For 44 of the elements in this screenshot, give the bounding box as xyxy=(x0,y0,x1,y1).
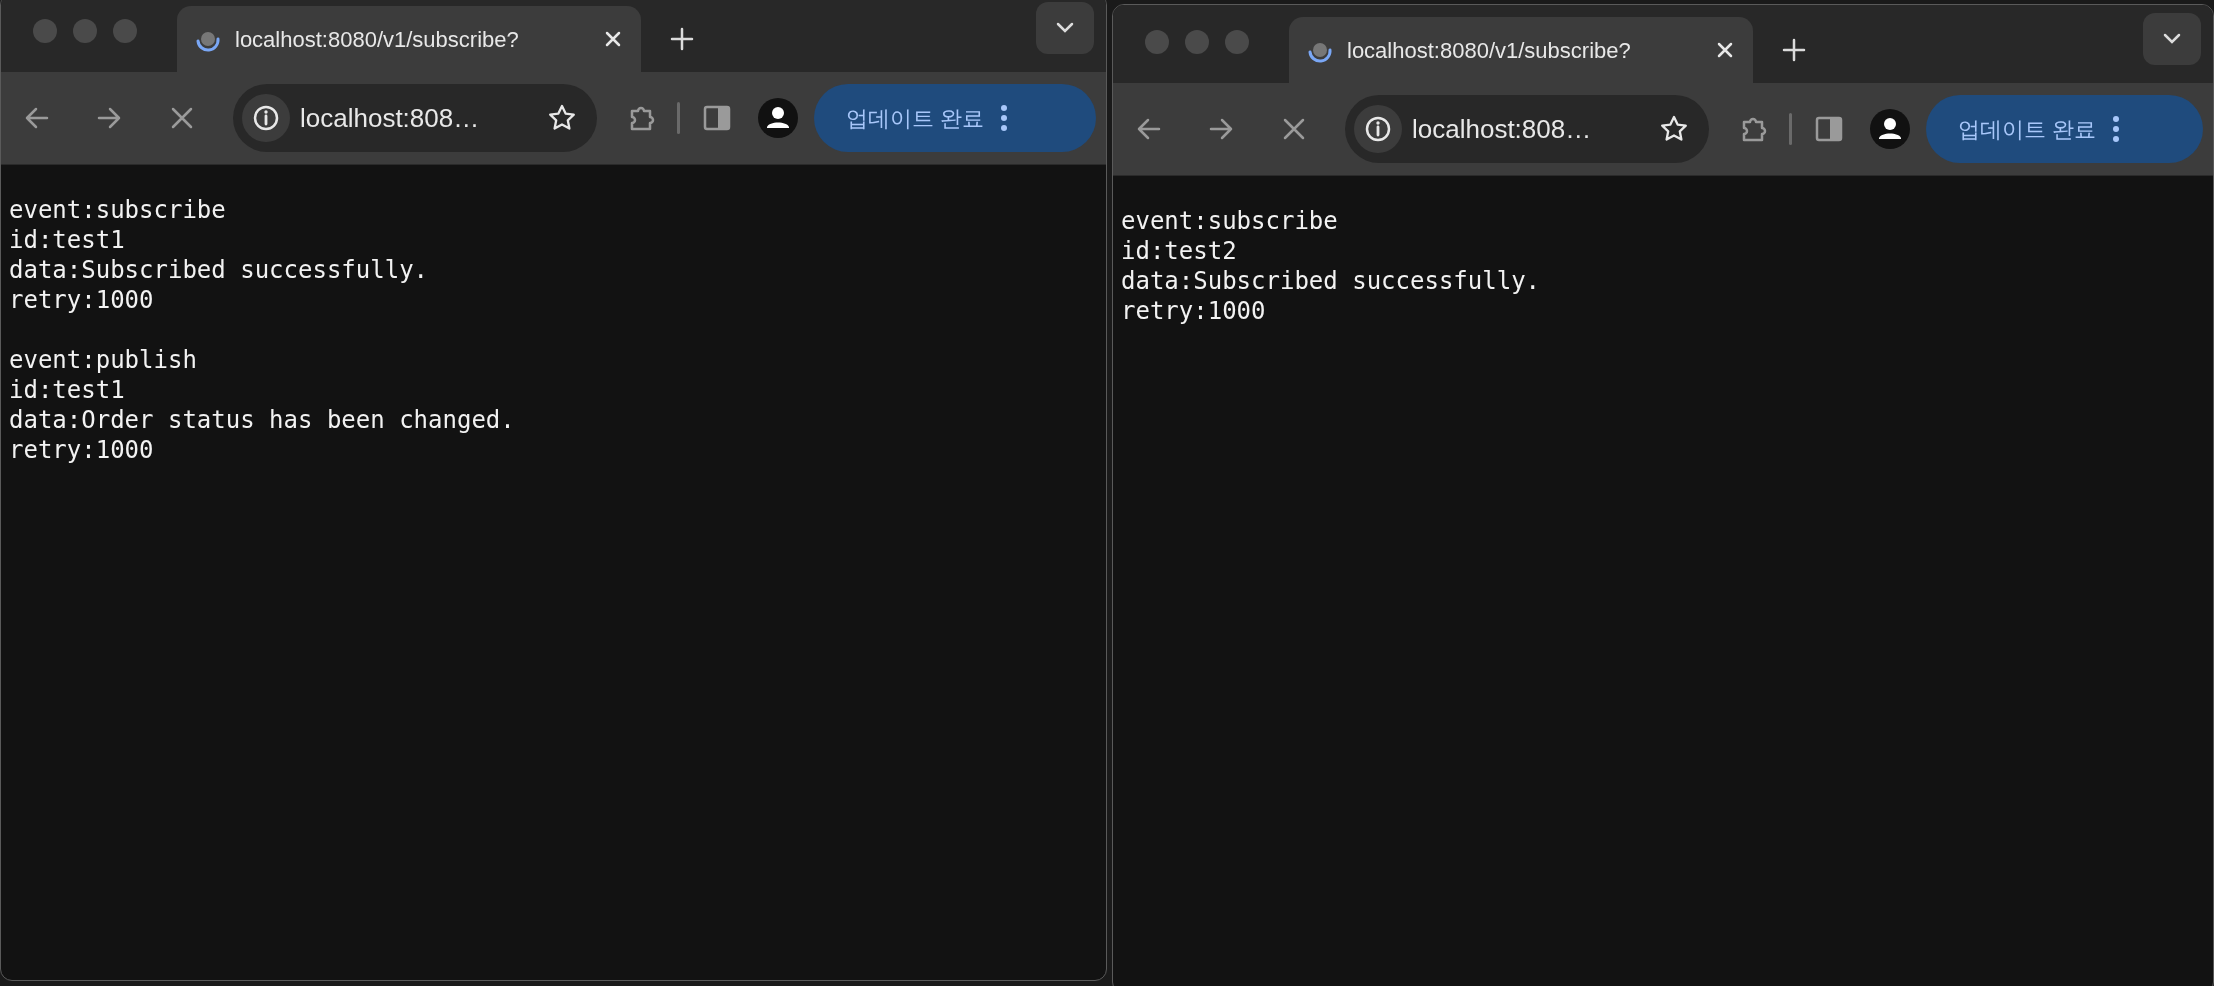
side-panel-icon[interactable] xyxy=(1814,115,1844,143)
plus-icon[interactable] xyxy=(1781,37,1807,63)
profile-avatar-icon[interactable] xyxy=(758,98,798,138)
close-icon[interactable] xyxy=(1715,40,1735,60)
event-line: data:Subscribed successfully. xyxy=(9,255,429,285)
star-icon[interactable] xyxy=(1659,114,1689,144)
chevron-down-icon xyxy=(2162,32,2182,46)
event-line: id:test2 xyxy=(1121,236,1237,266)
close-icon[interactable] xyxy=(603,29,623,49)
site-info-button[interactable] xyxy=(242,94,290,142)
stop-icon[interactable] xyxy=(169,105,195,131)
event-line: event:subscribe xyxy=(1121,206,1338,236)
star-icon[interactable] xyxy=(547,103,577,133)
event-line: retry:1000 xyxy=(9,435,154,465)
browser-tab[interactable]: localhost:8080/v1/subscribe? xyxy=(177,6,641,72)
tab-list-button[interactable] xyxy=(1036,2,1094,54)
site-info-button[interactable] xyxy=(1354,105,1402,153)
event-line: id:test1 xyxy=(9,375,125,405)
event-line: retry:1000 xyxy=(1121,296,1266,326)
browser-tab[interactable]: localhost:8080/v1/subscribe? xyxy=(1289,17,1753,83)
update-button[interactable]: 업데이트 완료 xyxy=(1926,95,2203,163)
chevron-down-icon xyxy=(1055,21,1075,35)
event-line: data:Subscribed successfully. xyxy=(1121,266,1541,296)
info-icon xyxy=(1364,115,1392,143)
plus-icon[interactable] xyxy=(669,26,695,52)
info-icon xyxy=(252,104,280,132)
event-line: data:Order status has been changed. xyxy=(9,405,515,435)
address-text: localhost:808… xyxy=(300,101,481,135)
event-line: id:test1 xyxy=(9,225,125,255)
event-line: event:subscribe xyxy=(9,195,226,225)
update-button[interactable]: 업데이트 완료 xyxy=(814,84,1096,152)
tab-list-button[interactable] xyxy=(2143,13,2201,65)
event-line: event:publish xyxy=(9,345,197,375)
address-text: localhost:808… xyxy=(1412,112,1593,146)
profile-avatar-icon[interactable] xyxy=(1870,109,1910,149)
stop-icon[interactable] xyxy=(1281,116,1307,142)
tab-title: localhost:8080/v1/subscribe? xyxy=(235,25,520,54)
side-panel-icon[interactable] xyxy=(702,104,732,132)
event-line: retry:1000 xyxy=(9,285,154,315)
more-vertical-icon[interactable] xyxy=(1000,104,1009,132)
more-vertical-icon[interactable] xyxy=(2112,115,2121,143)
tab-title: localhost:8080/v1/subscribe? xyxy=(1347,36,1632,65)
address-bar[interactable]: localhost:808… xyxy=(1345,95,1709,163)
address-bar[interactable]: localhost:808… xyxy=(233,84,597,152)
